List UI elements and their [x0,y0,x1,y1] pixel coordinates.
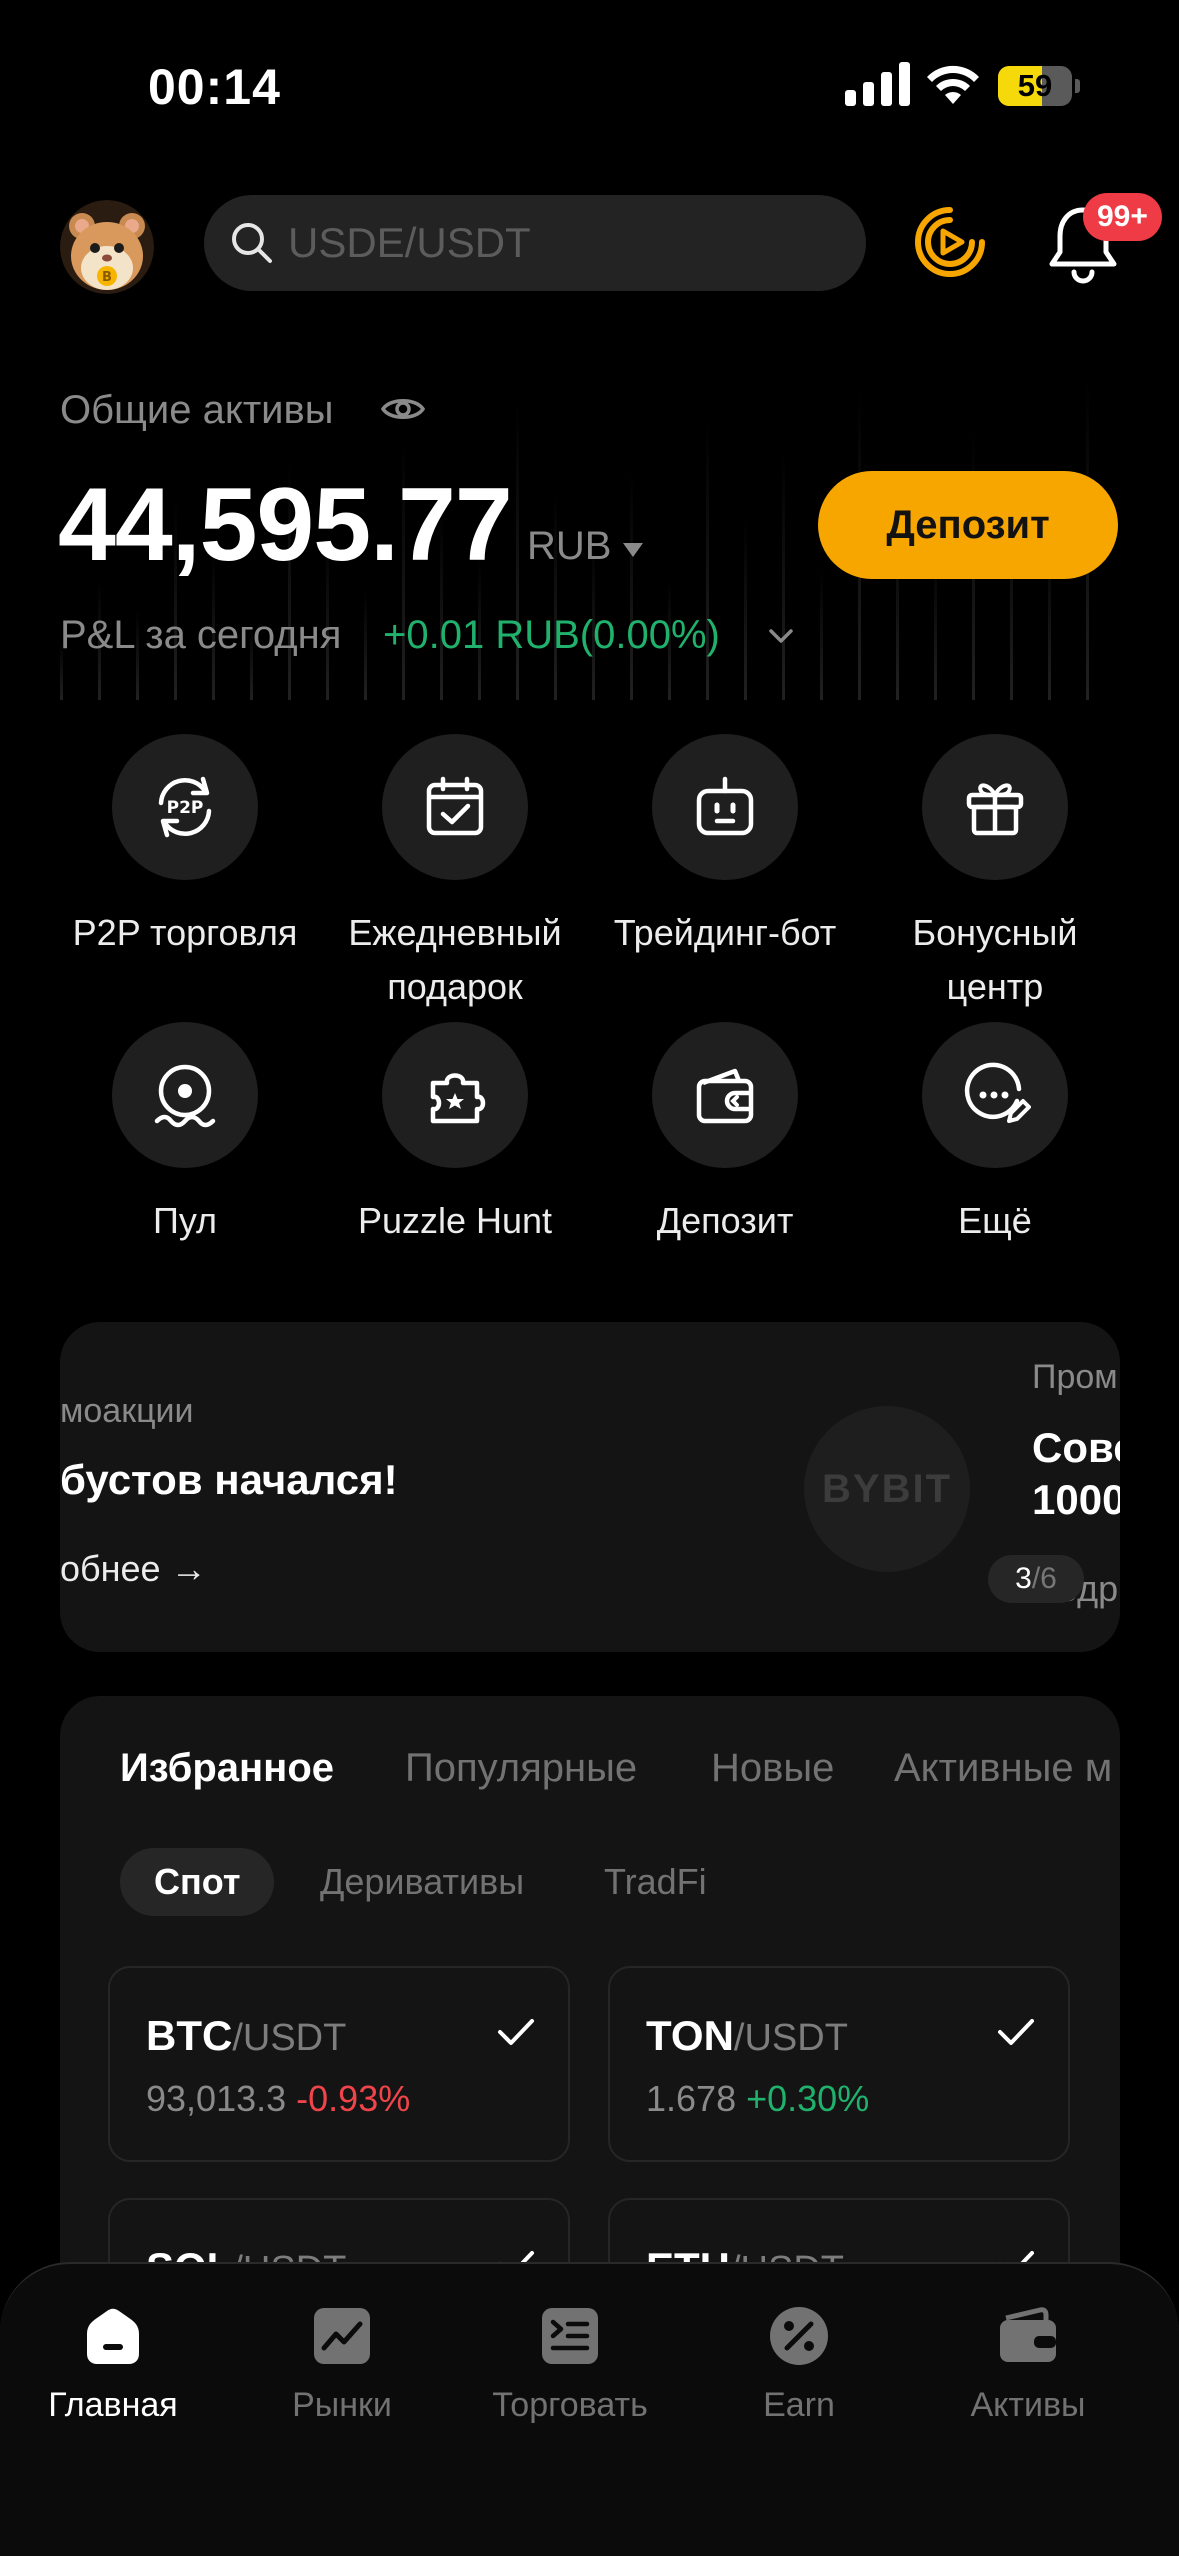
search-icon [232,223,272,263]
subtab-spot[interactable]: Спот [120,1848,275,1916]
pnl-label: P&L за сегодня [60,613,342,657]
battery-level: 59 [1017,68,1053,103]
pair-price: 93,013.3 [146,2078,287,2119]
action-label: Ещё [958,1200,1032,1241]
action-label: Трейдинг-бот [613,912,837,953]
avatar[interactable]: B [60,200,154,294]
action-label: Пул [152,1200,218,1241]
nav-earn[interactable]: Earn [699,2304,899,2425]
more-icon [964,1062,1031,1123]
media-play-icon[interactable] [912,204,988,280]
pair-quote: /USDT [232,2017,347,2059]
pair-card-ton[interactable]: TON/USDT 1.678 +0.30% [608,1966,1070,2162]
nav-assets[interactable]: Активы [928,2304,1128,2425]
wallet-icon [696,1068,754,1124]
carousel-pager: 3/6 [988,1555,1084,1603]
nav-label: Главная [48,2386,178,2424]
check-icon[interactable] [496,2016,536,2048]
status-bar: 00:14 59 [0,0,1179,170]
search-input[interactable] [288,195,848,291]
tab-active[interactable]: Активные м [894,1746,1112,1791]
gift-icon [966,783,1024,836]
cellular-signal-icon [845,62,910,106]
home-icon [87,2308,139,2364]
banner-title: бустов начался! [60,1456,398,1503]
total-assets-label: Общие активы [60,388,334,432]
next-banner-category: Пром [1032,1358,1118,1396]
banner-more-link[interactable]: обнее → [60,1548,207,1590]
trade-icon [542,2308,598,2364]
svg-text:B: B [102,270,112,285]
nav-label: Earn [763,2386,835,2424]
puzzle-icon [430,1073,486,1124]
nav-home[interactable]: Главная [13,2304,213,2425]
svg-text:P2P: P2P [167,798,204,818]
p2p-icon: P2P [158,776,212,838]
hamster-avatar-icon: B [60,200,154,294]
pair-card-btc[interactable]: BTC/USDT 93,013.3 -0.93% [108,1966,570,2162]
action-more[interactable]: Ещё [860,1022,1130,1248]
notification-badge: 99+ [1083,193,1162,241]
pair-change: +0.30% [746,2078,870,2119]
tab-favorites[interactable]: Избранное [120,1746,334,1791]
pair-base: TON [646,2012,734,2059]
bottom-navigation: Главная Рынки Торговать Earn Активы [0,2262,1179,2556]
action-label: Puzzle Hunt [357,1200,553,1241]
wifi-icon [927,65,979,104]
total-balance: 44,595.77 [58,467,513,583]
check-icon[interactable] [996,2016,1036,2048]
pair-quote: /USDT [733,2017,848,2059]
caret-down-icon[interactable] [623,543,643,557]
nav-label: Активы [970,2386,1086,2424]
action-label: Депозит [656,1200,794,1241]
eye-icon[interactable] [380,393,426,425]
banner-category: моакции [60,1392,194,1430]
tab-popular[interactable]: Популярные [405,1746,637,1791]
currency-selector[interactable]: RUB [527,524,611,569]
pair-change: -0.93% [296,2078,411,2119]
pnl-value: +0.01 RUB(0.00%) [383,613,720,657]
action-label: Ежедневный подарок [348,912,562,1007]
action-bonus-center[interactable]: Бонусный центр [860,734,1130,1014]
wallet-icon [1000,2307,1056,2362]
percent-icon [770,2307,828,2365]
pair-price: 1.678 [646,2078,737,2119]
nav-markets[interactable]: Рынки [242,2304,442,2425]
pool-icon [154,1064,216,1128]
chevron-down-icon[interactable] [766,624,796,648]
tab-new[interactable]: Новые [711,1746,834,1791]
pager-current: 3 [1015,1562,1032,1595]
action-daily-gift[interactable]: Ежедневный подарок [320,734,590,1014]
nav-trade[interactable]: Торговать [470,2304,670,2425]
pair-base: BTC [146,2012,233,2059]
markets-chart-icon [314,2308,370,2364]
action-trading-bot[interactable]: Трейдинг-бот [590,734,860,960]
bot-icon [696,776,754,836]
search-bar[interactable] [204,195,866,291]
action-puzzle-hunt[interactable]: Puzzle Hunt [320,1022,590,1248]
promo-banner-carousel[interactable]: моакции бустов начался! обнее → BYBIT Пр… [60,1322,1120,1652]
action-label: P2P торговля [72,912,298,953]
action-pool[interactable]: Пул [50,1022,320,1248]
bybit-logo: BYBIT [804,1406,970,1572]
battery-indicator: 59 [998,66,1080,106]
pager-total: /6 [1031,1562,1057,1595]
subtab-tradfi[interactable]: TradFi [604,1848,707,1916]
action-deposit[interactable]: Депозит [590,1022,860,1248]
next-banner-title: Сове 1000 [1032,1424,1120,1523]
status-time: 00:14 [148,59,281,115]
action-label: Бонусный центр [912,912,1078,1007]
nav-label: Рынки [292,2386,392,2424]
nav-label: Торговать [492,2386,648,2424]
action-p2p-trading[interactable]: P2P P2P торговля [50,734,320,960]
subtab-derivatives[interactable]: Деривативы [320,1848,524,1916]
calendar-check-icon [426,776,484,836]
deposit-button[interactable]: Депозит [818,471,1118,579]
